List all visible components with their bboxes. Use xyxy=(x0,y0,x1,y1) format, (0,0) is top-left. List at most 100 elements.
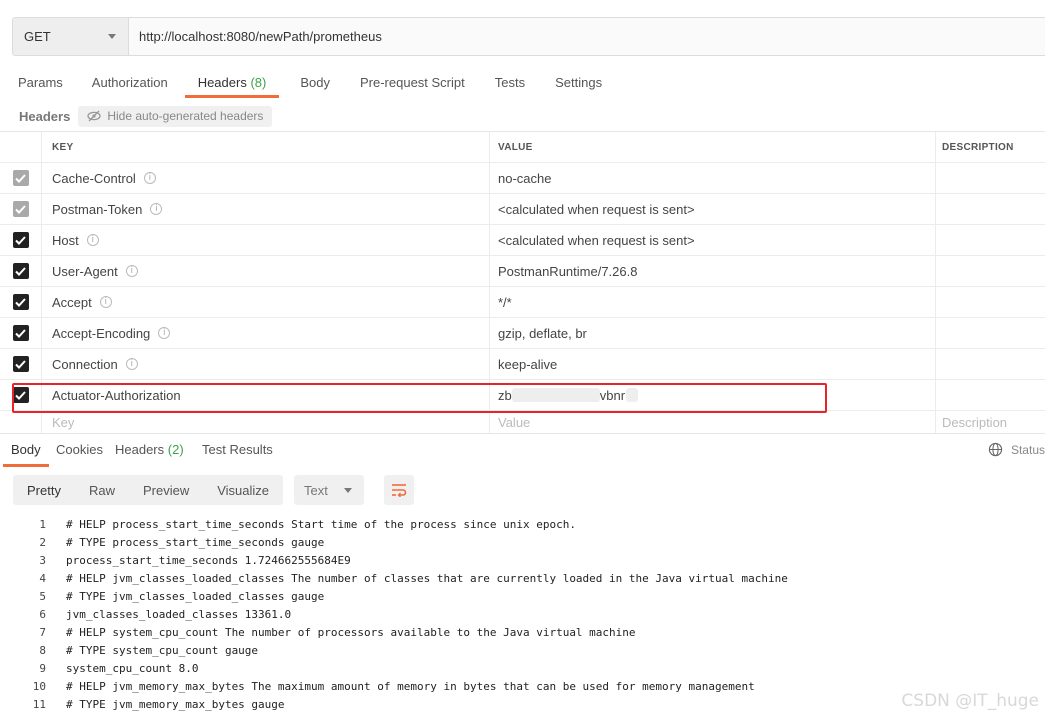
response-tabs: Body Cookies Headers (2) Test Results St… xyxy=(0,433,1045,467)
code-line: 5 # TYPE jvm_classes_loaded_classes gauge xyxy=(39,589,325,603)
header-key[interactable]: User-Agent xyxy=(52,264,118,279)
url-input[interactable]: http://localhost:8080/newPath/prometheus xyxy=(129,18,1045,55)
info-icon: i xyxy=(158,327,171,339)
tab-response-body[interactable]: Body xyxy=(3,442,49,467)
table-row: Connection i keep-alive xyxy=(0,349,1045,380)
header-value[interactable]: <calculated when request is sent> xyxy=(489,194,936,224)
column-value: VALUE xyxy=(489,132,936,162)
row-checkbox[interactable] xyxy=(12,232,29,248)
info-icon: i xyxy=(125,265,138,277)
new-description-input[interactable]: Description xyxy=(935,411,1045,433)
headers-title: Headers xyxy=(19,108,71,124)
row-checkbox[interactable] xyxy=(12,170,29,186)
status-area: Status xyxy=(988,442,1045,457)
header-value[interactable]: */* xyxy=(489,287,936,317)
code-line: 10 # HELP jvm_memory_max_bytes The maximu… xyxy=(32,679,755,693)
header-value[interactable]: no-cache xyxy=(489,163,936,193)
table-row: Accept-Encoding i gzip, deflate, br xyxy=(0,318,1045,349)
view-preview-button[interactable]: Preview xyxy=(129,483,203,498)
watermark: CSDN @IT_huge xyxy=(901,691,1039,711)
table-row: Accept i */* xyxy=(0,287,1045,318)
new-value-input[interactable]: Value xyxy=(489,411,936,433)
row-checkbox[interactable] xyxy=(12,325,29,341)
header-description[interactable] xyxy=(935,194,1045,224)
header-key[interactable]: Accept-Encoding xyxy=(52,326,150,341)
header-description[interactable] xyxy=(935,349,1045,379)
globe-icon[interactable] xyxy=(988,442,1003,457)
column-key: KEY xyxy=(41,132,490,162)
response-view-bar: Pretty Raw Preview Visualize Text xyxy=(13,475,415,505)
row-checkbox[interactable] xyxy=(12,263,29,279)
column-description: DESCRIPTION xyxy=(935,132,1045,162)
wrap-lines-button[interactable] xyxy=(384,475,415,505)
tab-test-results[interactable]: Test Results xyxy=(202,442,273,457)
code-line: 11 # TYPE jvm_memory_max_bytes gauge xyxy=(32,697,285,711)
tab-tests[interactable]: Tests xyxy=(495,66,525,98)
code-line: 7 # HELP system_cpu_count The number of p… xyxy=(39,625,636,639)
table-row: Postman-Token i <calculated when request … xyxy=(0,194,1045,225)
method-label: GET xyxy=(24,29,51,44)
view-mode-group: Pretty Raw Preview Visualize xyxy=(13,475,284,505)
tab-settings[interactable]: Settings xyxy=(555,66,602,98)
info-icon: i xyxy=(143,172,156,184)
header-value[interactable]: gzip, deflate, br xyxy=(489,318,936,348)
header-key[interactable]: Postman-Token xyxy=(52,202,142,217)
row-checkbox[interactable] xyxy=(12,294,29,310)
header-key[interactable]: Accept xyxy=(52,295,92,310)
headers-count: (8) xyxy=(250,74,267,90)
header-description[interactable] xyxy=(935,256,1045,286)
info-icon: i xyxy=(99,296,112,308)
view-visualize-button[interactable]: Visualize xyxy=(203,483,283,498)
row-checkbox[interactable] xyxy=(12,201,29,217)
tab-pre-request-script[interactable]: Pre-request Script xyxy=(360,66,465,98)
eye-slash-icon xyxy=(87,110,101,122)
wrap-lines-icon xyxy=(392,484,407,497)
header-value[interactable]: PostmanRuntime/7.26.8 xyxy=(489,256,936,286)
header-description[interactable] xyxy=(935,380,1045,410)
table-row: User-Agent i PostmanRuntime/7.26.8 xyxy=(0,256,1045,287)
table-row: Cache-Control i no-cache xyxy=(0,163,1045,194)
format-select[interactable]: Text xyxy=(294,475,365,505)
tab-headers[interactable]: Headers (8) xyxy=(184,66,279,98)
code-line: 4 # HELP jvm_classes_loaded_classes The n… xyxy=(39,571,788,585)
method-select[interactable]: GET xyxy=(13,18,129,55)
view-raw-button[interactable]: Raw xyxy=(75,483,129,498)
code-line: 2 # TYPE process_start_time_seconds gauge xyxy=(39,535,325,549)
chevron-down-icon xyxy=(344,488,353,493)
view-pretty-button[interactable]: Pretty xyxy=(13,483,75,498)
header-description[interactable] xyxy=(935,225,1045,255)
header-description[interactable] xyxy=(935,163,1045,193)
tab-body[interactable]: Body xyxy=(300,66,330,98)
tab-params[interactable]: Params xyxy=(18,66,63,98)
code-line: 6 jvm_classes_loaded_classes 13361.0 xyxy=(39,607,292,621)
header-key[interactable]: Connection xyxy=(52,357,118,372)
status-label: Status xyxy=(1010,442,1045,457)
chevron-down-icon xyxy=(108,34,116,39)
hide-auto-headers-button[interactable]: Hide auto-generated headers xyxy=(78,105,273,127)
request-tabs: Params Authorization Headers (8) Body Pr… xyxy=(0,66,602,98)
tab-cookies[interactable]: Cookies xyxy=(56,442,103,457)
info-icon: i xyxy=(125,358,138,370)
header-key[interactable]: Host xyxy=(52,233,79,248)
header-description[interactable] xyxy=(935,287,1045,317)
table-row: Host i <calculated when request is sent> xyxy=(0,225,1045,256)
info-icon: i xyxy=(86,234,99,246)
tab-authorization[interactable]: Authorization xyxy=(92,66,168,98)
header-description[interactable] xyxy=(935,318,1045,348)
tab-response-headers[interactable]: Headers (2) xyxy=(115,442,184,457)
new-key-input[interactable]: Key xyxy=(41,411,490,433)
request-bar: GET http://localhost:8080/newPath/promet… xyxy=(12,17,1045,56)
code-line: 3 process_start_time_seconds 1.7246625556… xyxy=(39,553,351,567)
highlight-box xyxy=(12,383,827,413)
info-icon: i xyxy=(150,203,163,215)
row-checkbox[interactable] xyxy=(12,356,29,372)
header-value[interactable]: keep-alive xyxy=(489,349,936,379)
header-value[interactable]: <calculated when request is sent> xyxy=(489,225,936,255)
code-line: 1 # HELP process_start_time_seconds Start… xyxy=(39,517,576,531)
code-line: 8 # TYPE system_cpu_count gauge xyxy=(39,643,259,657)
code-line: 9 system_cpu_count 8.0 xyxy=(39,661,199,675)
response-body: 1 # HELP process_start_time_seconds Start… xyxy=(0,515,1045,713)
table-header-row: KEY VALUE DESCRIPTION xyxy=(0,132,1045,163)
header-key[interactable]: Cache-Control xyxy=(52,171,136,186)
headers-subheader: Headers Hide auto-generated headers xyxy=(19,105,273,127)
